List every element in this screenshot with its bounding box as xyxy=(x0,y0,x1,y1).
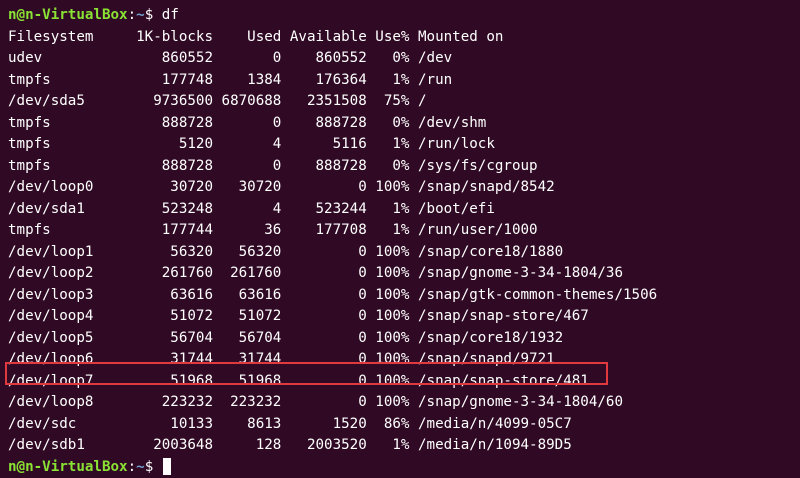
text-cursor xyxy=(163,458,172,475)
output-row-tmpfs-user: tmpfs 177744 36 177708 1% /run/user/1000 xyxy=(8,220,800,242)
output-row-loop1: /dev/loop1 56320 56320 0 100% /snap/core… xyxy=(8,242,800,264)
prompt-symbol: $ xyxy=(145,459,162,475)
output-row-loop4: /dev/loop4 51072 51072 0 100% /snap/snap… xyxy=(8,306,800,328)
output-row-tmpfs-run: tmpfs 177748 1384 176364 1% /run xyxy=(8,70,800,92)
prompt-line[interactable]: n@n-VirtualBox:~$ xyxy=(8,457,800,478)
output-row-sda1: /dev/sda1 523248 4 523244 1% /boot/efi xyxy=(8,199,800,221)
output-row-sda5: /dev/sda5 9736500 6870688 2351508 75% / xyxy=(8,91,800,113)
prompt-path: ~ xyxy=(136,459,145,475)
output-row-loop3: /dev/loop3 63616 63616 0 100% /snap/gtk-… xyxy=(8,285,800,307)
prompt-path: ~ xyxy=(136,7,145,23)
prompt-user: n@n-VirtualBox xyxy=(8,7,128,23)
output-row-loop5: /dev/loop5 56704 56704 0 100% /snap/core… xyxy=(8,328,800,350)
output-row-sdc: /dev/sdc 10133 8613 1520 86% /media/n/40… xyxy=(8,414,800,436)
output-row-udev: udev 860552 0 860552 0% /dev xyxy=(8,48,800,70)
command-line: n@n-VirtualBox:~$ df xyxy=(8,5,800,27)
terminal-window[interactable]: n@n-VirtualBox:~$ df Filesystem 1K-block… xyxy=(0,0,800,403)
output-row-tmpfs-lock: tmpfs 5120 4 5116 1% /run/lock xyxy=(8,134,800,156)
output-row-loop2: /dev/loop2 261760 261760 0 100% /snap/gn… xyxy=(8,263,800,285)
output-row-loop6: /dev/loop6 31744 31744 0 100% /snap/snap… xyxy=(8,349,800,371)
prompt-user: n@n-VirtualBox xyxy=(8,459,128,475)
output-row-loop7: /dev/loop7 51968 51968 0 100% /snap/snap… xyxy=(8,371,800,393)
command-text: df xyxy=(162,7,179,23)
prompt-separator: : xyxy=(128,459,137,475)
output-row-loop0: /dev/loop0 30720 30720 0 100% /snap/snap… xyxy=(8,177,800,199)
output-row-sdb1: /dev/sdb1 2003648 128 2003520 1% /media/… xyxy=(8,435,800,457)
output-row-tmpfs-shm: tmpfs 888728 0 888728 0% /dev/shm xyxy=(8,113,800,135)
output-header: Filesystem 1K-blocks Used Available Use%… xyxy=(8,27,800,49)
output-row-tmpfs-cgroup: tmpfs 888728 0 888728 0% /sys/fs/cgroup xyxy=(8,156,800,178)
prompt-symbol: $ xyxy=(145,7,162,23)
prompt-separator: : xyxy=(128,7,137,23)
